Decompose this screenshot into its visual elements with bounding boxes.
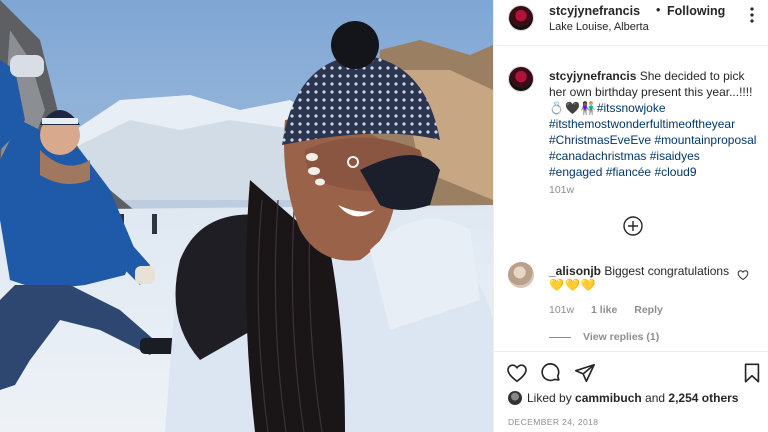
header-separator: • <box>656 3 661 17</box>
caption-username[interactable]: stcyjynefrancis <box>549 69 636 83</box>
author-username[interactable]: stcyjynefrancis <box>549 4 640 18</box>
comment-timestamp: 101w <box>549 304 575 316</box>
comment-heart-icon[interactable] <box>737 268 749 281</box>
load-more-comments-icon[interactable] <box>623 216 643 236</box>
post-photo[interactable] <box>0 0 493 432</box>
comment-body: Biggest congratulations <box>601 264 730 278</box>
comment-meta: 101w 1 like Reply <box>549 304 677 316</box>
comment-likes[interactable]: 1 like <box>591 304 617 316</box>
hashtag[interactable]: #canadachristmas <box>549 149 646 163</box>
following-button[interactable]: Following <box>667 4 725 18</box>
hashtag[interactable]: #itsthemostwonderfultimeoftheyear <box>549 117 735 131</box>
post-header: stcyjynefrancis • Following Lake Louise,… <box>494 0 768 46</box>
caption-timestamp: 101w <box>549 184 575 196</box>
hashtag[interactable]: #fiancée <box>606 165 651 179</box>
author-avatar[interactable] <box>508 5 534 31</box>
likes-count[interactable]: 2,254 others <box>668 391 738 405</box>
hashtag[interactable]: #mountainproposal <box>654 133 756 147</box>
likes-summary[interactable]: Liked by cammibuch and 2,254 others <box>508 391 738 405</box>
share-icon[interactable] <box>574 362 596 384</box>
likes-prefix: Liked by <box>527 391 576 405</box>
comment-icon[interactable] <box>540 362 562 384</box>
post-actions: Liked by cammibuch and 2,254 others DECE… <box>494 351 768 432</box>
likes-middle: and <box>641 391 669 405</box>
caption-emoji: 💍🖤👩🏾‍🤝‍👨🏼 <box>549 101 597 115</box>
post-date[interactable]: DECEMBER 24, 2018 <box>508 417 598 427</box>
post-location[interactable]: Lake Louise, Alberta <box>549 21 649 33</box>
post-side-panel: stcyjynefrancis • Following Lake Louise,… <box>493 0 768 432</box>
view-replies-label: View replies (1) <box>583 331 660 343</box>
reply-button[interactable]: Reply <box>634 304 663 316</box>
view-replies-button[interactable]: View replies (1) <box>549 331 659 343</box>
hashtag[interactable]: #itssnowjoke <box>597 101 666 115</box>
commenter-avatar[interactable] <box>508 262 534 288</box>
liker-username[interactable]: cammibuch <box>575 391 642 405</box>
more-icon[interactable] <box>745 5 759 25</box>
liker-avatar <box>508 391 522 405</box>
like-icon[interactable] <box>506 362 528 384</box>
comment-text: _alisonjb Biggest congratulations <box>549 263 739 279</box>
hashtag[interactable]: #isaidyes <box>650 149 700 163</box>
save-icon[interactable] <box>741 362 763 384</box>
caption-avatar[interactable] <box>508 66 534 92</box>
hashtag[interactable]: #ChristmasEveEve <box>549 133 651 147</box>
caption-text: stcyjynefrancis She decided to pick her … <box>549 68 761 180</box>
hashtag[interactable]: #engaged <box>549 165 602 179</box>
replies-divider <box>549 336 571 338</box>
comment-emoji: 💛💛💛 <box>549 278 597 292</box>
hashtag[interactable]: #cloud9 <box>654 165 696 179</box>
commenter-username[interactable]: _alisonjb <box>549 264 601 278</box>
